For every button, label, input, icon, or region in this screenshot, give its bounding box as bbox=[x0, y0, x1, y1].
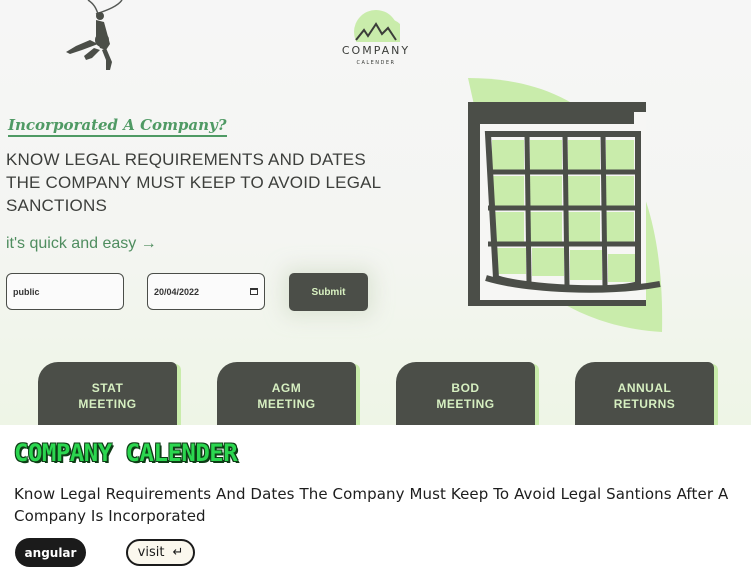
logo-mountain-icon bbox=[354, 10, 400, 42]
card-line1: STAT bbox=[91, 381, 124, 395]
tagline: Incorporated A Company? bbox=[8, 116, 227, 137]
submit-button[interactable]: Submit bbox=[289, 273, 368, 311]
project-description: Know Legal Requirements And Dates The Co… bbox=[14, 485, 729, 525]
card-line2: MEETING bbox=[257, 397, 316, 411]
project-preview: COMPANY CALENDER Incorporated A Company?… bbox=[0, 0, 751, 425]
brand-logo: COMPANY CALENDER bbox=[336, 10, 416, 70]
visit-label: visit bbox=[137, 545, 165, 560]
calendar-picker-icon[interactable] bbox=[250, 288, 258, 295]
logo-subtitle: CALENDER bbox=[356, 60, 396, 66]
card-bod-meeting[interactable]: BOD MEETING bbox=[396, 362, 535, 425]
card-stat-meeting[interactable]: STAT MEETING bbox=[38, 362, 177, 425]
card-agm-meeting[interactable]: AGM MEETING bbox=[217, 362, 356, 425]
headline: KNOW LEGAL REQUIREMENTS AND DATES THE CO… bbox=[6, 150, 381, 215]
project-info: COMPANY CALENDER Know Legal Requirements… bbox=[0, 425, 751, 585]
card-line1: ANNUAL bbox=[617, 381, 672, 395]
card-line1: AGM bbox=[271, 381, 302, 395]
card-annual-returns[interactable]: ANNUAL RETURNS bbox=[575, 362, 714, 425]
enter-icon: ↵ bbox=[172, 545, 184, 560]
visit-button[interactable]: visit ↵ bbox=[126, 539, 195, 566]
card-line2: RETURNS bbox=[613, 397, 676, 411]
tech-badge: angular bbox=[15, 538, 86, 567]
company-type-input[interactable]: public bbox=[6, 273, 124, 310]
quick-easy-text: it's quick and easy → bbox=[6, 235, 157, 252]
card-line1: BOD bbox=[451, 381, 480, 395]
card-line2: MEETING bbox=[436, 397, 495, 411]
date-value: 20/04/2022 bbox=[154, 286, 200, 297]
logo-name: COMPANY bbox=[341, 44, 411, 57]
company-type-value: public bbox=[13, 286, 40, 297]
card-line2: MEETING bbox=[78, 397, 137, 411]
climber-illustration bbox=[66, 0, 123, 70]
project-title: COMPANY CALENDER bbox=[14, 439, 238, 467]
date-input[interactable]: 20/04/2022 bbox=[147, 273, 265, 310]
calendar-illustration bbox=[468, 78, 663, 332]
